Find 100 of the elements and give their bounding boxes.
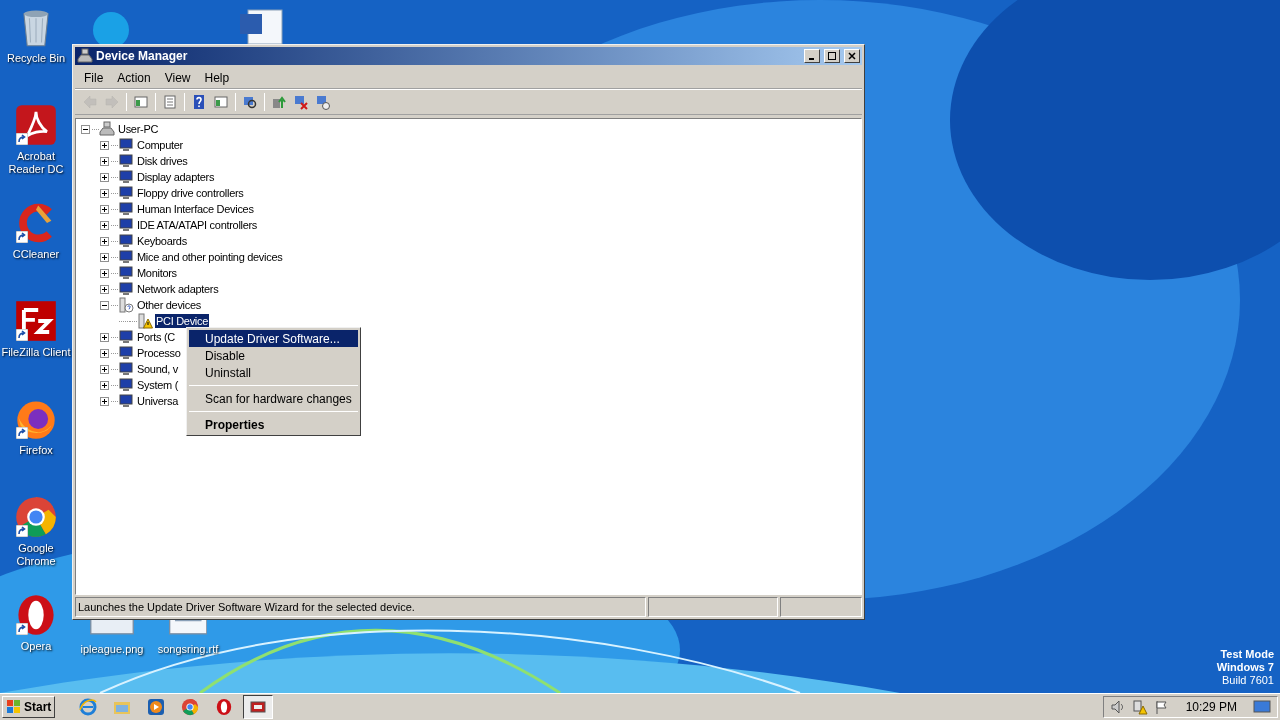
- tree-item[interactable]: Computer: [136, 138, 184, 152]
- tree-item[interactable]: IDE ATA/ATAPI controllers: [136, 218, 259, 232]
- minus-icon: [83, 126, 88, 132]
- flag-icon: [1153, 699, 1170, 715]
- menu-item[interactable]: File: [77, 68, 111, 87]
- expand-button[interactable]: [100, 172, 109, 182]
- device-icon: [118, 249, 134, 265]
- desktop-icon-label[interactable]: Firefox: [0, 444, 72, 457]
- device-icon: [118, 137, 134, 153]
- expand-button[interactable]: [100, 156, 109, 166]
- network-warning-icon: [1131, 699, 1148, 715]
- device-icon: [118, 185, 134, 201]
- scan-icon: [242, 94, 258, 110]
- plus-icon: [102, 190, 107, 196]
- tree-item[interactable]: Monitors: [136, 266, 178, 280]
- close-button[interactable]: [844, 49, 860, 63]
- tree-item[interactable]: Sound, v: [136, 362, 180, 376]
- expand-button[interactable]: [100, 380, 109, 390]
- desktop-icon-label[interactable]: Google Chrome: [0, 542, 72, 568]
- device-icon: [118, 281, 134, 297]
- context-menu-item[interactable]: Scan for hardware changes: [189, 390, 358, 407]
- device-icon: [118, 377, 134, 393]
- collapse-button[interactable]: [100, 300, 109, 310]
- plus-icon: [102, 174, 107, 180]
- device-icon: [118, 265, 134, 281]
- tree-item[interactable]: Keyboards: [136, 234, 188, 248]
- tree-item[interactable]: Processo: [136, 346, 182, 360]
- os-watermark-text: Windows 7: [1216, 661, 1274, 674]
- plus-icon: [102, 350, 107, 356]
- context-menu-item[interactable]: Properties: [189, 416, 358, 433]
- tree-item[interactable]: System (: [136, 378, 179, 392]
- show-desktop-icon[interactable]: [1253, 699, 1271, 715]
- media-player-icon: [147, 698, 166, 716]
- status-text: Launches the Update Driver Software Wizard for the selected device.: [75, 597, 646, 617]
- expand-button[interactable]: [100, 268, 109, 278]
- maximize-button[interactable]: [824, 49, 840, 63]
- warning-device-icon: [137, 313, 153, 329]
- tree-item[interactable]: Disk drives: [136, 154, 189, 168]
- tree-item[interactable]: PCI Device: [155, 314, 210, 328]
- collapse-button[interactable]: [81, 124, 90, 134]
- expand-button[interactable]: [100, 252, 109, 262]
- plus-icon: [102, 158, 107, 164]
- os-watermark-text: Build 7601: [1222, 674, 1274, 687]
- pane-icon: [213, 94, 229, 110]
- plus-icon: [102, 334, 107, 340]
- expand-button[interactable]: [100, 188, 109, 198]
- properties-icon: [162, 94, 178, 110]
- uninstall-icon: [293, 94, 309, 110]
- expand-button[interactable]: [100, 396, 109, 406]
- unknown-device-icon: [118, 297, 134, 313]
- device-icon: [118, 393, 134, 409]
- plus-icon: [102, 254, 107, 260]
- plus-icon: [102, 270, 107, 276]
- expand-button[interactable]: [100, 332, 109, 342]
- plus-icon: [102, 366, 107, 372]
- tree-item[interactable]: Human Interface Devices: [136, 202, 255, 216]
- context-menu-item[interactable]: Uninstall: [189, 364, 358, 381]
- expand-button[interactable]: [100, 364, 109, 374]
- expand-button[interactable]: [100, 140, 109, 150]
- update-icon: [271, 94, 287, 110]
- opera-app-icon: [215, 698, 234, 716]
- tree-item[interactable]: Ports (C: [136, 330, 176, 344]
- desktop-icon-label[interactable]: CCleaner: [0, 248, 72, 261]
- expand-button[interactable]: [100, 284, 109, 294]
- expand-button[interactable]: [100, 204, 109, 214]
- clock-text: 10:29 PM: [1185, 699, 1237, 716]
- minimize-button[interactable]: [804, 49, 820, 63]
- expand-button[interactable]: [100, 348, 109, 358]
- start-button[interactable]: Start: [2, 696, 56, 718]
- plus-icon: [102, 222, 107, 228]
- desktop-icon-label[interactable]: Recycle Bin: [0, 52, 72, 65]
- tree-item[interactable]: Network adapters: [136, 282, 220, 296]
- tree-item[interactable]: User-PC: [117, 122, 160, 136]
- back-arrow-icon: [82, 94, 98, 110]
- tree-item[interactable]: Display adapters: [136, 170, 216, 184]
- desktop-icon-label[interactable]: FileZilla Client: [0, 346, 72, 359]
- window-title: Device Manager: [96, 48, 188, 65]
- tree-item[interactable]: Universa: [136, 394, 179, 408]
- desktop-icon-label[interactable]: Acrobat Reader DC: [0, 150, 72, 176]
- os-watermark-text: Test Mode: [1220, 648, 1274, 661]
- device-icon: [118, 217, 134, 233]
- menu-item[interactable]: Help: [197, 68, 237, 87]
- device-icon: [118, 201, 134, 217]
- chrome-app-icon: [14, 495, 58, 539]
- expand-button[interactable]: [100, 236, 109, 246]
- context-menu-item[interactable]: Disable: [189, 347, 358, 364]
- context-menu-item[interactable]: Update Driver Software...: [189, 330, 358, 347]
- tree-item[interactable]: Floppy drive controllers: [136, 186, 245, 200]
- taskbar-app-button[interactable]: [243, 695, 274, 719]
- filezilla-app-icon: [14, 299, 58, 343]
- pane-icon: [133, 94, 149, 110]
- plus-icon: [102, 238, 107, 244]
- menu-item[interactable]: View: [157, 68, 198, 87]
- expand-button[interactable]: [100, 220, 109, 230]
- menu-item[interactable]: Action: [110, 68, 158, 87]
- windows-logo-icon: [6, 699, 22, 715]
- minus-icon: [102, 302, 107, 308]
- device-icon: [118, 169, 134, 185]
- tree-item[interactable]: Mice and other pointing devices: [136, 250, 284, 264]
- tree-item[interactable]: Other devices: [136, 298, 202, 312]
